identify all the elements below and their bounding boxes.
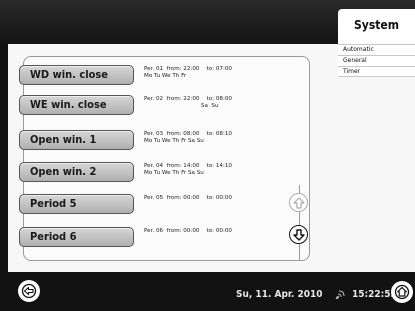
menu-item-automatic[interactable]: Automatic [338,44,415,55]
menu-item-general[interactable]: General [338,55,415,66]
timer-info: Per. 05 from: 00:00 to: 00:00 [144,195,232,202]
home-button[interactable] [391,281,413,303]
timer-info: Per. 04 from: 14:00 to: 14:10 Mo Tu We T… [144,163,232,176]
timer-period-line: Per. 02 from: 22:00 to: 08:00 [144,96,232,102]
timer-days-line: Mo Tu We Th Fr [144,72,187,79]
timer-days-line: Sa Su [144,102,219,109]
timer-period-line: Per. 04 from: 14:00 to: 14:10 [144,163,232,169]
back-arrow-icon [21,283,37,299]
timer-days-line: Mo Tu We Th Fr Sa Su [144,169,204,176]
home-icon [394,284,410,300]
timer-period-line: Per. 06 from: 00:00 to: 00:00 [144,228,232,234]
timer-button-period-5[interactable]: Period 5 [19,194,134,214]
timer-row: Open win. 2 Per. 04 from: 14:00 to: 14:1… [19,162,299,182]
timer-row: Period 5 Per. 05 from: 00:00 to: 00:00 [19,194,299,214]
timer-info: Per. 01 from: 22:00 to: 07:00 Mo Tu We T… [144,66,232,79]
satellite-icon [335,290,345,300]
timer-button-open-win-2[interactable]: Open win. 2 [19,162,134,182]
scroll-up-button[interactable] [289,193,308,212]
timer-info: Per. 02 from: 22:00 to: 08:00 Sa Su [144,96,232,109]
timer-period-line: Per. 05 from: 00:00 to: 00:00 [144,195,232,201]
timer-row: WD win. close Per. 01 from: 22:00 to: 07… [19,65,299,85]
back-button[interactable] [18,280,40,302]
timer-row: Period 6 Per. 06 from: 00:00 to: 00:00 [19,227,299,247]
date-display: Su, 11. Apr. 2010 [236,289,323,300]
arrow-up-icon [292,196,305,209]
arrow-down-icon [292,228,305,241]
scroll-track [299,185,300,193]
scroll-track [299,212,300,225]
scroll-track [299,244,300,260]
timer-info: Per. 03 from: 08:00 to: 08:10 Mo Tu We T… [144,131,232,144]
timer-info: Per. 06 from: 00:00 to: 00:00 [144,228,232,235]
menu-item-timer[interactable]: Timer [338,66,415,77]
timer-button-wd-win-close[interactable]: WD win. close [19,65,134,85]
timer-days-line: Mo Tu We Th Fr Sa Su [144,137,204,144]
scroll-down-button[interactable] [289,225,308,244]
timer-period-line: Per. 01 from: 22:00 to: 07:00 [144,66,232,72]
timer-row: WE win. close Per. 02 from: 22:00 to: 08… [19,95,299,115]
timer-row: Open win. 1 Per. 03 from: 08:00 to: 08:1… [19,130,299,150]
timer-button-period-6[interactable]: Period 6 [19,227,134,247]
page-title: System [354,18,399,32]
timer-button-open-win-1[interactable]: Open win. 1 [19,130,134,150]
timer-button-we-win-close[interactable]: WE win. close [19,95,134,115]
timer-period-line: Per. 03 from: 08:00 to: 08:10 [144,131,232,137]
